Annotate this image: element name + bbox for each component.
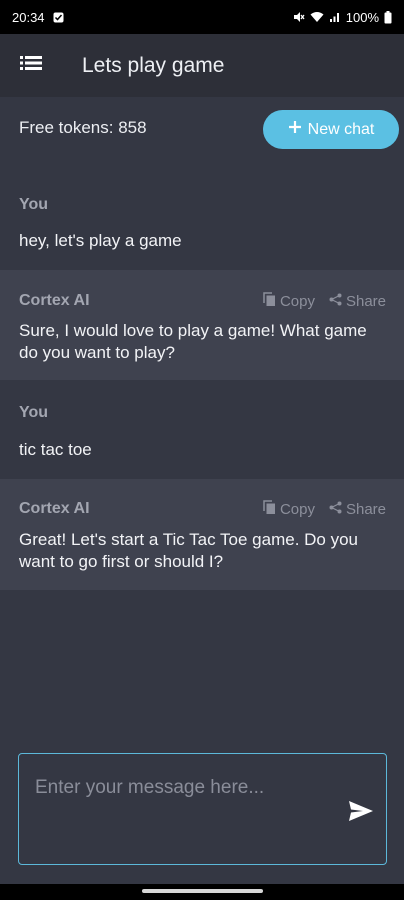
share-label: Share <box>345 293 386 310</box>
mute-icon <box>293 11 305 23</box>
plus-icon <box>288 120 302 139</box>
message-author: Cortex AI <box>19 500 90 517</box>
message-item: You tic tac toe <box>0 380 404 479</box>
system-nav-bar <box>0 884 404 900</box>
share-button[interactable]: Share <box>329 292 386 311</box>
message-text: tic tac toe <box>19 440 92 459</box>
copy-icon <box>263 292 276 311</box>
message-input[interactable] <box>35 774 335 802</box>
message-author: You <box>19 404 49 421</box>
battery-percent: 100% <box>345 9 379 25</box>
share-icon <box>329 501 342 518</box>
share-label: Share <box>345 501 386 518</box>
copy-button[interactable]: Copy <box>263 500 315 519</box>
message-item: Cortex AI Copy Share Sure, I would love … <box>0 270 404 380</box>
message-text: Sure, I would love to play a game! What … <box>19 321 367 362</box>
status-time: 20:34 <box>12 9 45 25</box>
page-title: Lets play game <box>82 53 225 77</box>
send-icon <box>348 800 374 827</box>
message-text: hey, let's play a game <box>19 231 182 250</box>
status-bar: 20:34 100% <box>0 0 404 34</box>
new-chat-button[interactable]: New chat <box>263 110 399 149</box>
new-chat-label: New chat <box>307 120 375 138</box>
share-button[interactable]: Share <box>329 500 386 519</box>
copy-label: Copy <box>279 293 315 310</box>
message-author: Cortex AI <box>19 292 90 309</box>
copy-label: Copy <box>279 501 315 518</box>
share-icon <box>329 293 342 310</box>
copy-icon <box>263 500 276 519</box>
message-author: You <box>19 196 49 213</box>
wifi-icon <box>310 11 324 23</box>
message-composer <box>18 753 387 865</box>
tokens-row: Free tokens: 858 New chat <box>0 97 404 169</box>
battery-icon <box>384 10 392 24</box>
send-button[interactable] <box>346 798 376 828</box>
notification-icon <box>53 12 64 23</box>
menu-button[interactable] <box>0 34 62 97</box>
message-item: You hey, let's play a game <box>0 169 404 270</box>
copy-button[interactable]: Copy <box>263 292 315 311</box>
signal-icon <box>329 11 341 23</box>
app-bar: Lets play game <box>0 34 404 97</box>
menu-icon <box>20 55 42 76</box>
free-tokens-label: Free tokens: 858 <box>19 118 147 137</box>
home-gesture-handle[interactable] <box>142 889 263 893</box>
message-text: Great! Let's start a Tic Tac Toe game. D… <box>19 530 359 571</box>
message-item: Cortex AI Copy Share Great! Let's start … <box>0 479 404 590</box>
